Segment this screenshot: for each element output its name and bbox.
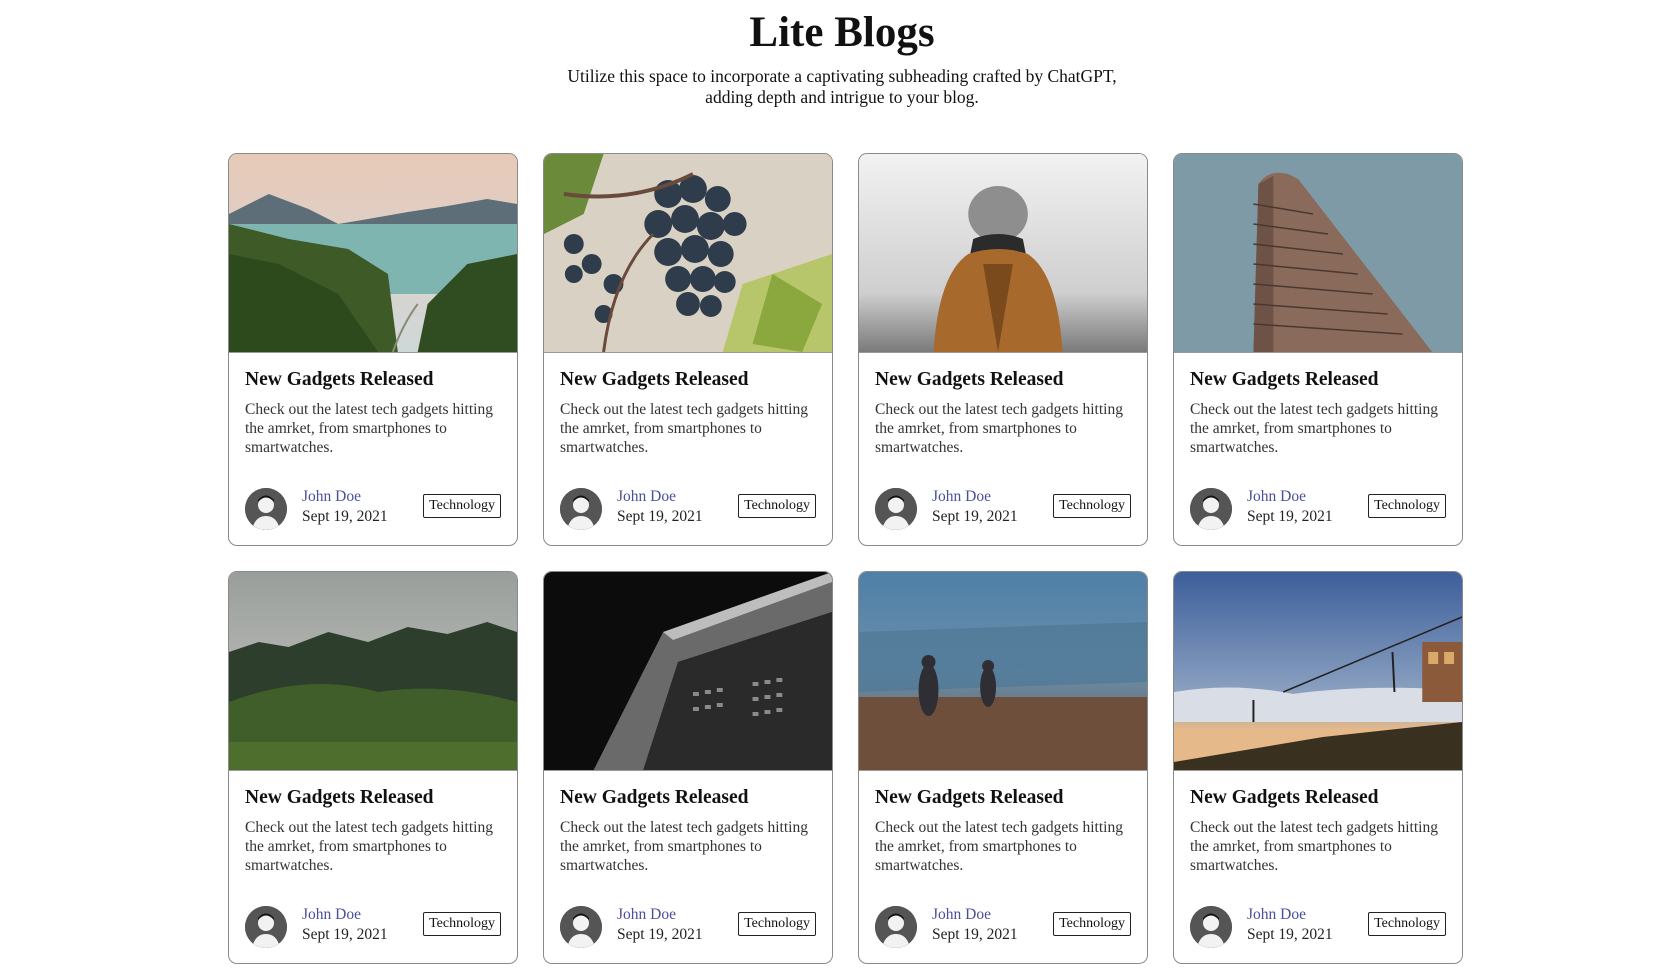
category-tag[interactable]: Technology (738, 912, 816, 936)
card-footer: John Doe Sept 19, 2021 Technology (875, 905, 1131, 949)
blog-grid: New Gadgets Released Check out the lates… (228, 153, 1463, 964)
avatar (1190, 488, 1232, 530)
avatar (875, 906, 917, 948)
author-name[interactable]: John Doe (302, 905, 361, 924)
avatar (560, 906, 602, 948)
avatar (245, 488, 287, 530)
card-title[interactable]: New Gadgets Released (560, 368, 816, 392)
card-title[interactable]: New Gadgets Released (1190, 368, 1446, 392)
card-image[interactable] (544, 154, 832, 353)
avatar (245, 906, 287, 948)
post-date: Sept 19, 2021 (302, 926, 388, 943)
author-name[interactable]: John Doe (1247, 905, 1306, 924)
card-description: Check out the latest tech gadgets hittin… (1190, 819, 1438, 874)
category-tag[interactable]: Technology (1368, 494, 1446, 518)
card-footer: John Doe Sept 19, 2021 Technology (875, 487, 1131, 531)
category-tag[interactable]: Technology (1053, 494, 1131, 518)
card-image[interactable] (544, 572, 832, 771)
card-image[interactable] (229, 154, 517, 353)
avatar (1190, 906, 1232, 948)
subtitle-line-2: adding depth and intrigue to your blog. (705, 87, 979, 107)
card-footer: John Doe Sept 19, 2021 Technology (1190, 487, 1446, 531)
post-date: Sept 19, 2021 (302, 508, 388, 525)
author-name[interactable]: John Doe (617, 905, 676, 924)
card-description: Check out the latest tech gadgets hittin… (1190, 401, 1438, 456)
blog-card[interactable]: New Gadgets Released Check out the lates… (858, 153, 1148, 546)
post-date: Sept 19, 2021 (932, 508, 1018, 525)
post-date: Sept 19, 2021 (1247, 508, 1333, 525)
card-title[interactable]: New Gadgets Released (245, 368, 501, 392)
category-tag[interactable]: Technology (1368, 912, 1446, 936)
card-title[interactable]: New Gadgets Released (560, 786, 816, 810)
blog-card[interactable]: New Gadgets Released Check out the lates… (543, 571, 833, 964)
author-name[interactable]: John Doe (617, 487, 676, 506)
blog-card[interactable]: New Gadgets Released Check out the lates… (228, 153, 518, 546)
category-tag[interactable]: Technology (738, 494, 816, 518)
category-tag[interactable]: Technology (423, 494, 501, 518)
card-description: Check out the latest tech gadgets hittin… (245, 819, 493, 874)
card-footer: John Doe Sept 19, 2021 Technology (245, 905, 501, 949)
card-image[interactable] (1174, 154, 1462, 353)
card-description: Check out the latest tech gadgets hittin… (245, 401, 493, 456)
page-subtitle: Utilize this space to incorporate a capt… (553, 66, 1131, 108)
subtitle-line-1: Utilize this space to incorporate a capt… (567, 66, 1117, 86)
blog-card[interactable]: New Gadgets Released Check out the lates… (228, 571, 518, 964)
card-footer: John Doe Sept 19, 2021 Technology (560, 487, 816, 531)
blog-card[interactable]: New Gadgets Released Check out the lates… (858, 571, 1148, 964)
category-tag[interactable]: Technology (1053, 912, 1131, 936)
post-date: Sept 19, 2021 (617, 926, 703, 943)
card-description: Check out the latest tech gadgets hittin… (875, 401, 1123, 456)
card-description: Check out the latest tech gadgets hittin… (875, 819, 1123, 874)
card-footer: John Doe Sept 19, 2021 Technology (1190, 905, 1446, 949)
author-name[interactable]: John Doe (932, 487, 991, 506)
page: Lite Blogs Utilize this space to incorpo… (0, 0, 1656, 974)
card-title[interactable]: New Gadgets Released (875, 368, 1131, 392)
card-footer: John Doe Sept 19, 2021 Technology (560, 905, 816, 949)
card-description: Check out the latest tech gadgets hittin… (560, 819, 808, 874)
blog-card[interactable]: New Gadgets Released Check out the lates… (543, 153, 833, 546)
card-title[interactable]: New Gadgets Released (245, 786, 501, 810)
card-image[interactable] (859, 572, 1147, 771)
card-footer: John Doe Sept 19, 2021 Technology (245, 487, 501, 531)
card-image[interactable] (859, 154, 1147, 353)
card-title[interactable]: New Gadgets Released (1190, 786, 1446, 810)
avatar (560, 488, 602, 530)
card-image[interactable] (1174, 572, 1462, 771)
blog-card[interactable]: New Gadgets Released Check out the lates… (1173, 153, 1463, 546)
author-name[interactable]: John Doe (932, 905, 991, 924)
card-description: Check out the latest tech gadgets hittin… (560, 401, 808, 456)
author-name[interactable]: John Doe (302, 487, 361, 506)
post-date: Sept 19, 2021 (1247, 926, 1333, 943)
card-image[interactable] (229, 572, 517, 771)
post-date: Sept 19, 2021 (617, 508, 703, 525)
avatar (875, 488, 917, 530)
category-tag[interactable]: Technology (423, 912, 501, 936)
page-title: Lite Blogs (749, 9, 935, 56)
blog-card[interactable]: New Gadgets Released Check out the lates… (1173, 571, 1463, 964)
author-name[interactable]: John Doe (1247, 487, 1306, 506)
card-title[interactable]: New Gadgets Released (875, 786, 1131, 810)
post-date: Sept 19, 2021 (932, 926, 1018, 943)
